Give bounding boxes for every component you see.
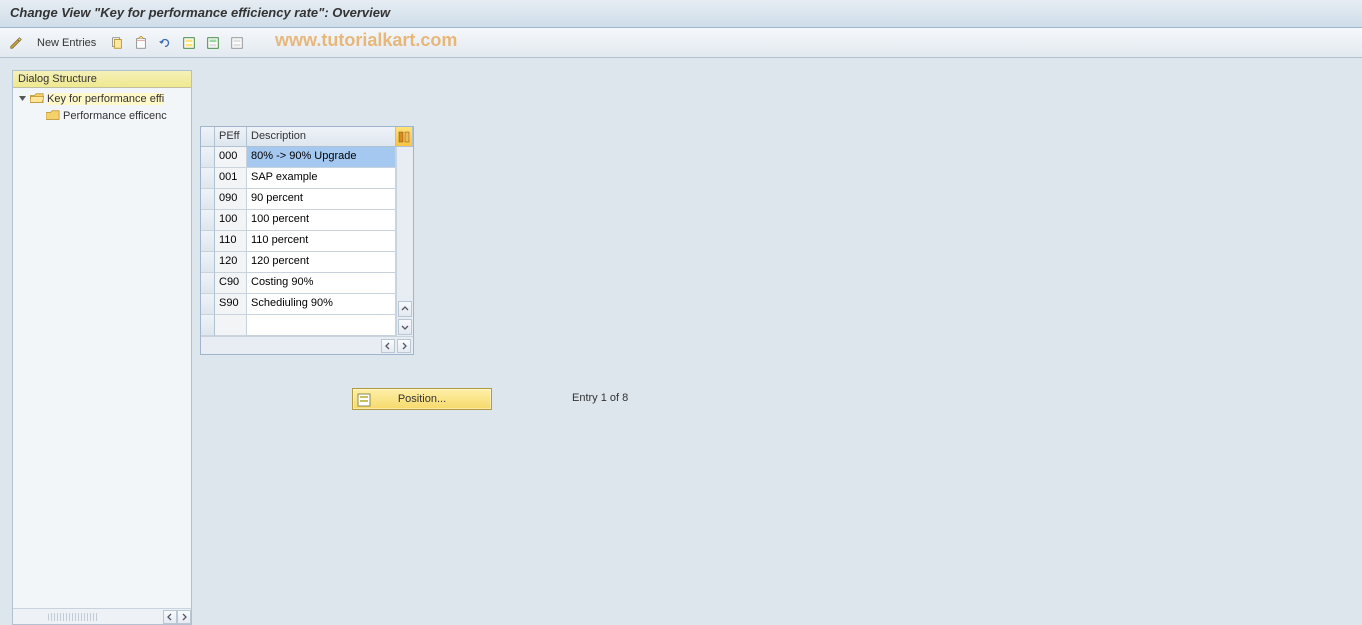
sidebar-scroll-left-icon[interactable] xyxy=(163,610,177,624)
scroll-track[interactable] xyxy=(397,165,413,300)
table-header-row: PEff Description xyxy=(201,127,413,147)
tree-node-label: Key for performance effi xyxy=(47,93,164,105)
undo-change-icon[interactable] xyxy=(155,33,175,53)
row-selector[interactable] xyxy=(201,168,215,189)
copy-as-icon[interactable] xyxy=(107,33,127,53)
sidebar-scroll-right-icon[interactable] xyxy=(177,610,191,624)
tree-node-label: Performance efficenc xyxy=(63,110,167,122)
select-block-icon[interactable] xyxy=(203,33,223,53)
efficiency-rate-table: PEff Description 00080% -> 90% Upgrade00… xyxy=(200,126,414,355)
cell-description[interactable]: 120 percent xyxy=(247,252,396,273)
table-horizontal-scrollbar xyxy=(201,336,413,354)
row-selector[interactable] xyxy=(201,252,215,273)
cell-peff[interactable]: 100 xyxy=(215,210,247,231)
table-row[interactable]: S90Schediuling 90% xyxy=(201,294,396,315)
page-title: Change View "Key for performance efficie… xyxy=(10,5,390,20)
toggle-display-change-icon[interactable] xyxy=(6,33,26,53)
column-header-description[interactable]: Description xyxy=(247,127,396,146)
table-scroll-right-icon[interactable] xyxy=(397,339,411,353)
table-row[interactable]: 09090 percent xyxy=(201,189,396,210)
folder-closed-icon xyxy=(46,110,60,122)
watermark: www.tutorialkart.com xyxy=(275,30,457,51)
table-row[interactable] xyxy=(201,315,396,336)
row-selector[interactable] xyxy=(201,189,215,210)
cell-peff[interactable]: 000 xyxy=(215,147,247,168)
cell-description[interactable]: SAP example xyxy=(247,168,396,189)
cell-peff[interactable] xyxy=(215,315,247,336)
row-selector[interactable] xyxy=(201,315,215,336)
folder-open-icon xyxy=(30,93,44,105)
row-selector[interactable] xyxy=(201,231,215,252)
table-body: 00080% -> 90% Upgrade001SAP example09090… xyxy=(201,147,396,336)
cell-peff[interactable]: C90 xyxy=(215,273,247,294)
tree-node[interactable]: •Performance efficenc xyxy=(13,107,191,124)
position-button-label: Position... xyxy=(398,393,446,405)
row-selector[interactable] xyxy=(201,147,215,168)
sidebar-scroll-footer xyxy=(13,608,191,624)
content-area: Dialog Structure Key for performance eff… xyxy=(0,58,1362,625)
new-entries-button[interactable]: New Entries xyxy=(30,34,103,52)
table-vertical-scrollbar[interactable] xyxy=(396,147,413,336)
cell-description[interactable]: 110 percent xyxy=(247,231,396,252)
cell-description[interactable] xyxy=(247,315,396,336)
sidebar-resize-handle[interactable] xyxy=(48,613,98,621)
cell-description[interactable]: 80% -> 90% Upgrade xyxy=(247,147,396,168)
cell-description[interactable]: Schediuling 90% xyxy=(247,294,396,315)
cell-description[interactable]: 90 percent xyxy=(247,189,396,210)
dialog-structure-tree: Key for performance effi •Performance eff… xyxy=(13,88,191,608)
table-select-all-header[interactable] xyxy=(201,127,215,146)
column-header-peff[interactable]: PEff xyxy=(215,127,247,146)
table-row[interactable]: 00080% -> 90% Upgrade xyxy=(201,147,396,168)
tree-node[interactable]: Key for performance effi xyxy=(13,90,191,107)
cell-peff[interactable]: 090 xyxy=(215,189,247,210)
position-button[interactable]: Position... xyxy=(352,388,492,410)
table-row[interactable]: 120120 percent xyxy=(201,252,396,273)
main-area: PEff Description 00080% -> 90% Upgrade00… xyxy=(192,70,1362,625)
tree-collapse-icon[interactable] xyxy=(17,93,28,104)
row-selector[interactable] xyxy=(201,210,215,231)
row-selector[interactable] xyxy=(201,273,215,294)
scroll-down-icon[interactable] xyxy=(398,319,412,335)
title-bar: Change View "Key for performance efficie… xyxy=(0,0,1362,28)
table-row[interactable]: 001SAP example xyxy=(201,168,396,189)
scroll-up-icon[interactable] xyxy=(398,301,412,317)
dialog-structure-header: Dialog Structure xyxy=(13,71,191,88)
dialog-structure-panel: Dialog Structure Key for performance eff… xyxy=(12,70,192,625)
cell-peff[interactable]: 110 xyxy=(215,231,247,252)
deselect-all-icon[interactable] xyxy=(227,33,247,53)
position-icon xyxy=(356,392,372,408)
table-row[interactable]: 110110 percent xyxy=(201,231,396,252)
table-row[interactable]: 100100 percent xyxy=(201,210,396,231)
cell-peff[interactable]: 001 xyxy=(215,168,247,189)
row-selector[interactable] xyxy=(201,294,215,315)
select-all-icon[interactable] xyxy=(179,33,199,53)
table-scroll-left-icon[interactable] xyxy=(381,339,395,353)
delete-icon[interactable] xyxy=(131,33,151,53)
entry-status-label: Entry 1 of 8 xyxy=(572,392,628,404)
cell-description[interactable]: Costing 90% xyxy=(247,273,396,294)
application-toolbar: New Entries www.tutorialkart.com xyxy=(0,28,1362,58)
table-row[interactable]: C90Costing 90% xyxy=(201,273,396,294)
cell-peff[interactable]: 120 xyxy=(215,252,247,273)
table-configure-icon[interactable] xyxy=(396,127,413,146)
cell-peff[interactable]: S90 xyxy=(215,294,247,315)
cell-description[interactable]: 100 percent xyxy=(247,210,396,231)
